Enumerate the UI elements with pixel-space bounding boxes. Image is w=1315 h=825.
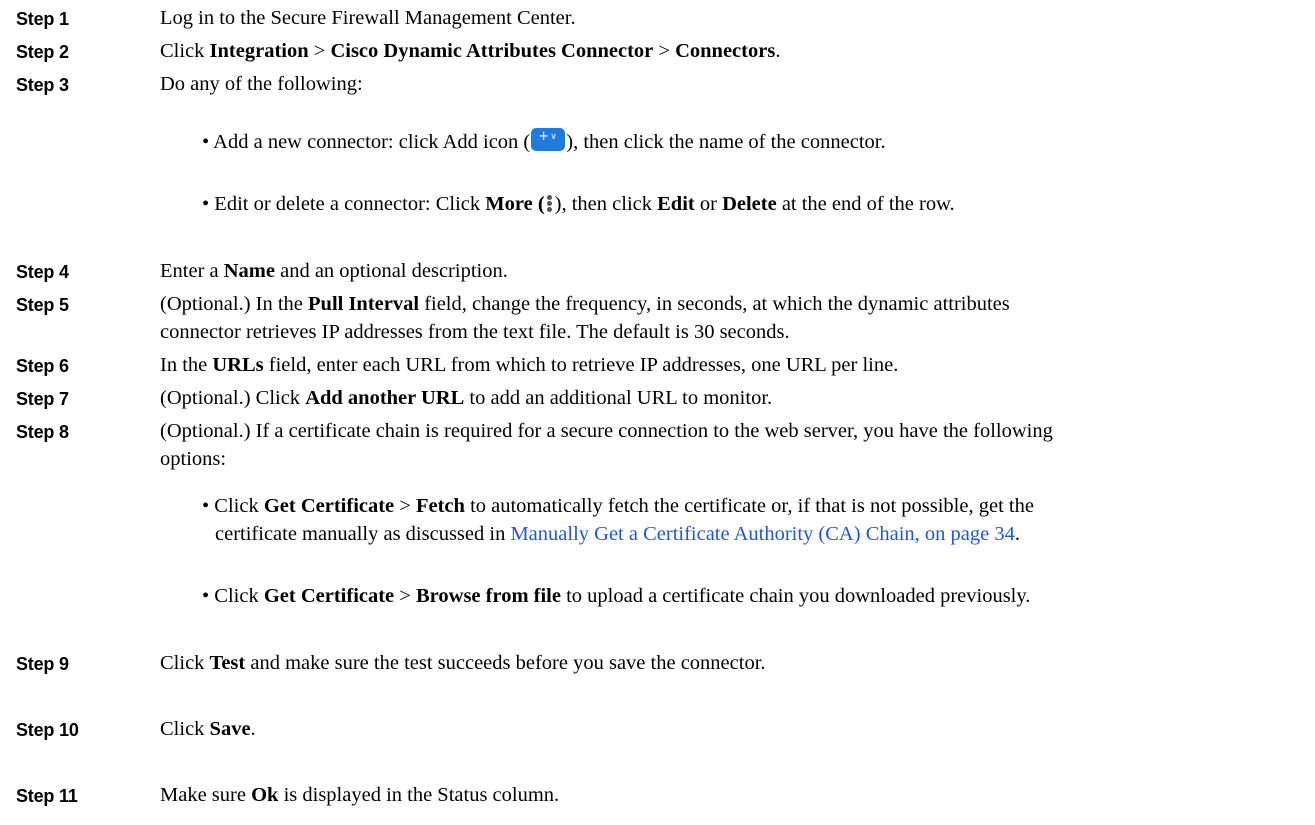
nav-integration: Integration — [209, 40, 309, 62]
step-3-label: Step 3 — [16, 75, 69, 95]
step-9-text: Click Test and make sure the test succee… — [160, 652, 766, 674]
step-7-text: (Optional.) Click Add another URL to add… — [160, 387, 773, 409]
step-8-bullet-fetch-line2: certificate manually as discussed in Man… — [215, 523, 1020, 545]
step-2-label: Step 2 — [16, 42, 69, 62]
step-6-label: Step 6 — [16, 356, 69, 376]
step-6-text: In the URLs field, enter each URL from w… — [160, 354, 899, 376]
step-5-text: (Optional.) In the Pull Interval field, … — [160, 293, 1010, 315]
step-4-label: Step 4 — [16, 262, 69, 282]
more-vertical-icon — [546, 193, 554, 213]
nav-cisco-dynamic-attributes-connector: Cisco Dynamic Attributes Connector — [330, 40, 654, 62]
step-10-label: Step 10 — [16, 720, 79, 740]
step-11-text: Make sure Ok is displayed in the Status … — [160, 784, 560, 806]
step-3-bullet-add: • Add a new connector: click Add icon (+… — [202, 128, 886, 153]
step-3-bullet-edit: • Edit or delete a connector: Click More… — [202, 193, 955, 215]
nav-connectors: Connectors — [675, 40, 776, 62]
add-dropdown-icon: + ∨ — [531, 128, 566, 151]
step-10-text: Click Save. — [160, 718, 256, 740]
step-5-label: Step 5 — [16, 295, 69, 315]
manual-ca-chain-link[interactable]: Manually Get a Certificate Authority (CA… — [510, 523, 1014, 545]
step-9-label: Step 9 — [16, 654, 69, 674]
step-5-text-line2: connector retrieves IP addresses from th… — [160, 321, 790, 343]
step-8-text-line2: options: — [160, 448, 227, 470]
step-8-bullet-fetch: • Click Get Certificate > Fetch to autom… — [202, 495, 1034, 517]
step-1-label: Step 1 — [16, 9, 69, 29]
step-4-text: Enter a Name and an optional description… — [160, 260, 508, 282]
step-1-text: Log in to the Secure Firewall Management… — [160, 7, 576, 29]
step-8-label: Step 8 — [16, 422, 69, 442]
step-7-label: Step 7 — [16, 389, 69, 409]
step-11-label: Step 11 — [16, 786, 78, 806]
step-3-text: Do any of the following: — [160, 73, 363, 95]
step-8-text: (Optional.) If a certificate chain is re… — [160, 420, 1053, 442]
step-2-text: Click Integration > Cisco Dynamic Attrib… — [160, 40, 781, 62]
step-8-bullet-browse: • Click Get Certificate > Browse from fi… — [202, 585, 1031, 607]
